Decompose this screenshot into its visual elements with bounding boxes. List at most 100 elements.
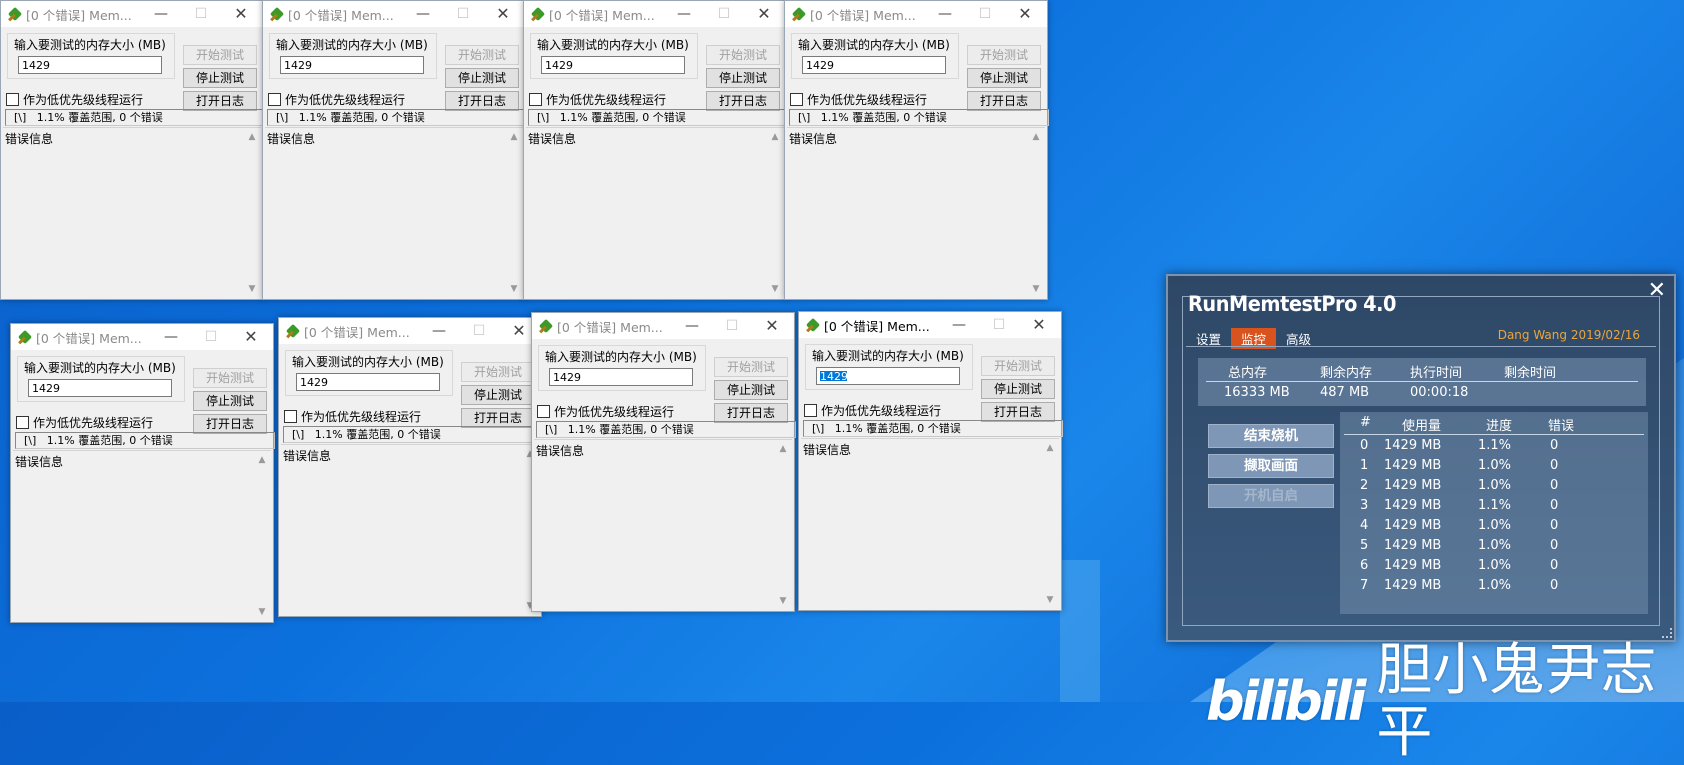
stop-test-button[interactable]: 停止测试 xyxy=(183,68,257,88)
scroll-down-icon[interactable]: ▼ xyxy=(778,596,788,606)
scrollbar[interactable]: ▲ ▼ xyxy=(1029,128,1043,298)
close-icon[interactable]: ✕ xyxy=(229,324,273,350)
open-log-button[interactable]: 打开日志 xyxy=(967,91,1041,111)
low-priority-checkbox[interactable]: 作为低优先级线程运行 xyxy=(804,402,941,419)
stop-test-button[interactable]: 停止测试 xyxy=(445,68,519,88)
stop-test-button[interactable]: 停止测试 xyxy=(967,68,1041,88)
close-icon[interactable]: ✕ xyxy=(481,1,525,27)
scrollbar[interactable]: ▲ ▼ xyxy=(245,128,259,298)
scrollbar[interactable]: ▲ ▼ xyxy=(255,451,269,621)
scroll-up-icon[interactable]: ▲ xyxy=(247,132,257,142)
stop-test-button[interactable]: 停止测试 xyxy=(193,391,267,411)
low-priority-checkbox[interactable]: 作为低优先级线程运行 xyxy=(790,91,927,108)
memtest-window: [0 个错误] Mem... — ☐ ✕ 输入要测试的内存大小 (MB) 开始测… xyxy=(10,323,275,623)
minimize-icon[interactable]: — xyxy=(923,1,967,27)
desktop-wallpaper-window-pane xyxy=(1060,560,1100,702)
open-log-button[interactable]: 打开日志 xyxy=(183,91,257,111)
title-bar[interactable]: [0 个错误] Mem... — ☐ ✕ xyxy=(799,312,1061,338)
title-bar[interactable]: [0 个错误] Mem... — ☐ ✕ xyxy=(532,313,794,339)
minimize-icon[interactable]: — xyxy=(937,312,981,338)
scroll-down-icon[interactable]: ▼ xyxy=(247,284,257,294)
title-bar[interactable]: [0 个错误] Mem... — ☐ ✕ xyxy=(11,324,273,350)
low-priority-checkbox[interactable]: 作为低优先级线程运行 xyxy=(529,91,666,108)
checkbox-icon[interactable] xyxy=(6,93,19,106)
low-priority-checkbox[interactable]: 作为低优先级线程运行 xyxy=(6,91,143,108)
scroll-up-icon[interactable]: ▲ xyxy=(509,132,519,142)
close-icon[interactable]: ✕ xyxy=(742,1,786,27)
title-bar[interactable]: [0 个错误] Mem... — ☐ ✕ xyxy=(785,1,1047,27)
minimize-icon[interactable]: — xyxy=(417,318,461,344)
low-priority-checkbox[interactable]: 作为低优先级线程运行 xyxy=(16,414,153,431)
scrollbar[interactable]: ▲ ▼ xyxy=(507,128,521,298)
close-icon[interactable]: ✕ xyxy=(1648,280,1666,302)
minimize-icon[interactable]: — xyxy=(139,1,183,27)
app-title: RunMemtestPro 4.0 xyxy=(1188,292,1397,316)
stop-test-button[interactable]: 停止测试 xyxy=(981,379,1055,399)
scrollbar[interactable]: ▲ ▼ xyxy=(768,128,782,298)
checkbox-icon[interactable] xyxy=(16,416,29,429)
checkbox-icon[interactable] xyxy=(268,93,281,106)
open-log-button[interactable]: 打开日志 xyxy=(461,408,535,428)
scroll-up-icon[interactable]: ▲ xyxy=(257,455,267,465)
scroll-down-icon[interactable]: ▼ xyxy=(1031,284,1041,294)
scroll-down-icon[interactable]: ▼ xyxy=(1045,595,1055,605)
memory-size-input[interactable] xyxy=(541,56,685,74)
close-icon[interactable]: ✕ xyxy=(750,313,794,339)
low-priority-checkbox[interactable]: 作为低优先级线程运行 xyxy=(268,91,405,108)
close-icon[interactable]: ✕ xyxy=(1017,312,1061,338)
checkbox-icon[interactable] xyxy=(284,410,297,423)
maximize-icon: ☐ xyxy=(204,329,218,345)
minimize-icon[interactable]: — xyxy=(670,313,714,339)
stop-test-button[interactable]: 停止测试 xyxy=(714,380,788,400)
scroll-down-icon[interactable]: ▼ xyxy=(257,607,267,617)
row-index: 0 xyxy=(1360,438,1369,453)
checkbox-icon[interactable] xyxy=(804,404,817,417)
open-log-button[interactable]: 打开日志 xyxy=(193,414,267,434)
scroll-up-icon[interactable]: ▲ xyxy=(1031,132,1041,142)
title-bar[interactable]: [0 个错误] Mem... — ☐ ✕ xyxy=(1,1,263,27)
low-priority-checkbox[interactable]: 作为低优先级线程运行 xyxy=(284,408,421,425)
error-info-label: 错误信息 xyxy=(15,455,64,469)
scroll-down-icon[interactable]: ▼ xyxy=(509,284,519,294)
memory-size-input[interactable] xyxy=(802,56,946,74)
stop-test-button[interactable]: 停止测试 xyxy=(706,68,780,88)
memory-size-input[interactable] xyxy=(816,367,960,385)
stop-test-button[interactable]: 停止测试 xyxy=(461,385,535,405)
checkbox-icon[interactable] xyxy=(529,93,542,106)
start-test-button: 开始测试 xyxy=(967,45,1041,65)
screenshot-button[interactable]: 撷取画面 xyxy=(1208,454,1334,478)
maximize-icon: ☐ xyxy=(725,318,739,334)
memory-size-input[interactable] xyxy=(18,56,162,74)
title-bar[interactable]: [0 个错误] Mem... — ☐ ✕ xyxy=(279,318,541,344)
minimize-icon[interactable]: — xyxy=(149,324,193,350)
scroll-up-icon[interactable]: ▲ xyxy=(770,132,780,142)
memory-size-input[interactable] xyxy=(28,379,172,397)
col-index: # xyxy=(1360,415,1371,430)
error-info-panel: 错误信息 ▲ ▼ xyxy=(787,127,1045,298)
scroll-up-icon[interactable]: ▲ xyxy=(1045,443,1055,453)
memory-size-input[interactable] xyxy=(549,368,693,386)
scroll-down-icon[interactable]: ▼ xyxy=(770,284,780,294)
stop-burnin-button[interactable]: 结束烧机 xyxy=(1208,424,1334,448)
open-log-button[interactable]: 打开日志 xyxy=(706,91,780,111)
scroll-up-icon[interactable]: ▲ xyxy=(778,444,788,454)
scrollbar[interactable]: ▲ ▼ xyxy=(1043,439,1057,609)
memtest-app-icon xyxy=(539,319,553,333)
memory-size-input[interactable] xyxy=(280,56,424,74)
open-log-button[interactable]: 打开日志 xyxy=(445,91,519,111)
scrollbar[interactable]: ▲ ▼ xyxy=(776,440,790,610)
checkbox-icon[interactable] xyxy=(537,405,550,418)
open-log-button[interactable]: 打开日志 xyxy=(981,402,1055,422)
checkbox-icon[interactable] xyxy=(790,93,803,106)
runmemtestpro-window: ✕ RunMemtestPro 4.0 设置 监控 高级 Dang Wang 2… xyxy=(1166,274,1676,642)
title-bar[interactable]: [0 个错误] Mem... — ☐ ✕ xyxy=(524,1,786,27)
title-bar[interactable]: [0 个错误] Mem... — ☐ ✕ xyxy=(263,1,525,27)
minimize-icon[interactable]: — xyxy=(401,1,445,27)
low-priority-checkbox[interactable]: 作为低优先级线程运行 xyxy=(537,403,674,420)
open-log-button[interactable]: 打开日志 xyxy=(714,403,788,423)
resize-grip-icon[interactable] xyxy=(1662,628,1672,638)
minimize-icon[interactable]: — xyxy=(662,1,706,27)
memory-size-input[interactable] xyxy=(296,373,440,391)
close-icon[interactable]: ✕ xyxy=(219,1,263,27)
close-icon[interactable]: ✕ xyxy=(1003,1,1047,27)
